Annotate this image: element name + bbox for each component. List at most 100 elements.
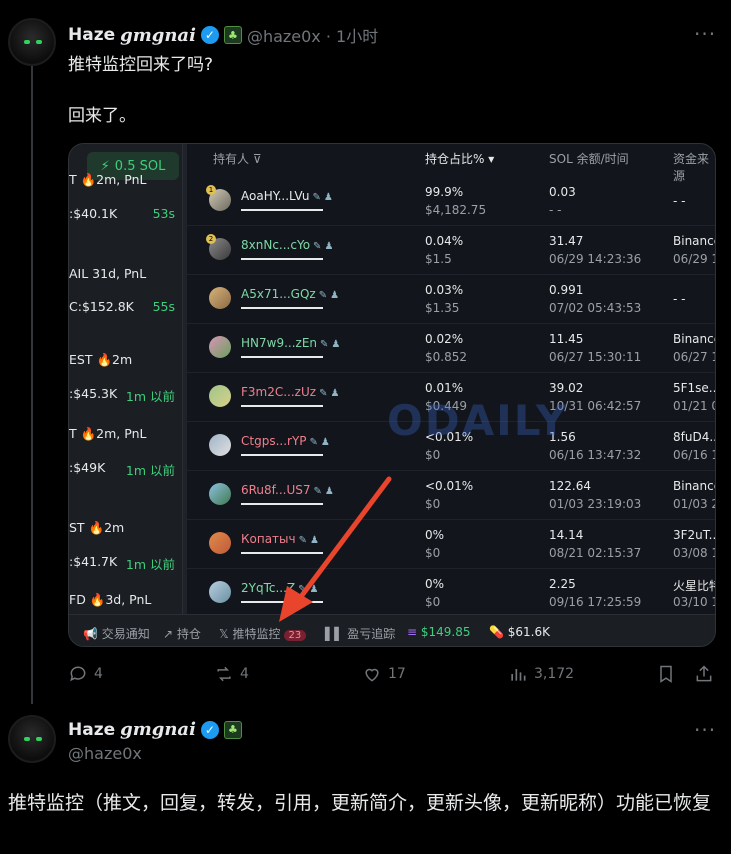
- holder-avatar: [209, 385, 231, 407]
- token-feed-item[interactable]: AIL 31d, PnL C:$152.8K 55s: [69, 266, 183, 314]
- edit-icon: ✎: [320, 339, 329, 350]
- source-value[interactable]: 8fuD4..: [673, 430, 715, 444]
- source-value[interactable]: Binance: [673, 234, 715, 248]
- chart-icon: ↗: [163, 627, 174, 641]
- display-name[interactable]: Haze: [68, 25, 115, 45]
- table-row[interactable]: 1 AoaHY...LVu ✎ ♟ 99.9% $4,182.75 0.03 - - - -: [187, 177, 715, 226]
- sol-time: - -: [549, 203, 562, 217]
- pct-value: 0%: [425, 528, 445, 542]
- holder-avatar: [209, 581, 231, 603]
- token-feed-item[interactable]: ST 🔥2m:$41.7K 1m 以前: [69, 520, 183, 573]
- table-row[interactable]: A5x71...GQz ✎ ♟ 0.03% $1.35 0.991 07/02 05:43:…: [187, 275, 715, 324]
- twitter-monitor-tab[interactable]: 𝕏 推特监控 23: [219, 625, 307, 642]
- avatar-2[interactable]: [8, 715, 56, 763]
- megaphone-icon: 📢: [83, 627, 98, 641]
- holder-avatar: [209, 336, 231, 358]
- table-row[interactable]: 2 8xnNc...cYo ✎ ♟ 0.04% $1.5 31.47 06/29 14:23:…: [187, 226, 715, 275]
- heart-icon: [365, 668, 379, 682]
- handle[interactable]: @haze0x: [68, 744, 142, 763]
- more-options-icon[interactable]: ···: [694, 718, 716, 742]
- holder-address[interactable]: HN7w9...zEn ✎ ♟: [241, 336, 340, 350]
- tweet2-header: Haze gmgnai ✓ ♣: [68, 719, 242, 740]
- retweet-button[interactable]: 4: [214, 664, 249, 684]
- token-feed-title: AIL 31d, PnL: [69, 266, 147, 281]
- pill-icon: 💊: [489, 625, 504, 639]
- usd-value: $1.5: [425, 252, 452, 266]
- sol-balance-value: 2.25: [549, 577, 576, 591]
- header-sol[interactable]: SOL 余额/时间: [549, 150, 629, 167]
- edit-icon: ✎: [312, 192, 321, 203]
- source-value[interactable]: - -: [673, 194, 685, 208]
- user-icon: ♟: [330, 388, 340, 399]
- user-icon: ♟: [320, 437, 330, 448]
- table-row[interactable]: Копатыч ✎ ♟ 0% $0 14.14 08/21 02:15:37 3F2uT.. 0…: [187, 520, 715, 569]
- display-name-script[interactable]: gmgnai: [120, 719, 196, 740]
- like-button[interactable]: 17: [362, 664, 406, 684]
- usd-value: $0: [425, 595, 441, 609]
- avatar[interactable]: [8, 18, 56, 66]
- sol-time: 06/27 15:30:11: [549, 350, 642, 364]
- display-name[interactable]: Haze: [68, 720, 115, 740]
- source-value[interactable]: 5F1se..: [673, 381, 715, 395]
- tweet2-text: 推特监控（推文，回复，转发，引用，更新简介，更新头像，更新昵称）功能已恢复: [8, 792, 712, 814]
- token-feed-time: 1m 以前: [125, 389, 175, 404]
- token-feed-title: ST 🔥2m: [69, 520, 125, 535]
- user-icon: ♟: [330, 290, 340, 301]
- holder-avatar: [209, 532, 231, 554]
- token-feed-mc: :$40.1K: [69, 206, 118, 221]
- user-icon: ♟: [323, 192, 333, 203]
- source-value[interactable]: 火星比特: [673, 577, 715, 594]
- pill-value[interactable]: 💊 $61.6K: [489, 625, 550, 639]
- bookmark-button[interactable]: [656, 664, 676, 684]
- reply-button[interactable]: 4: [68, 664, 103, 684]
- handle-time[interactable]: @haze0x · 1小时: [247, 23, 378, 47]
- pct-value: 0.01%: [425, 381, 464, 395]
- edit-icon: ✎: [318, 290, 328, 301]
- token-feed-item[interactable]: T 🔥2m, PnL:$40.1K 53s: [69, 172, 183, 221]
- sol-balance-value: 0.991: [549, 283, 584, 297]
- edit-icon: ✎: [313, 241, 322, 252]
- token-feed-item[interactable]: EST 🔥2m:$45.3K 1m 以前: [69, 352, 183, 405]
- holdings-tab[interactable]: ↗ 持仓: [163, 625, 201, 642]
- display-name-script[interactable]: gmgnai: [120, 25, 196, 46]
- token-feed-mc: :$45.3K: [69, 386, 118, 401]
- usd-value: $0: [425, 448, 441, 462]
- more-options-icon[interactable]: ···: [694, 22, 716, 46]
- twitter-count-badge: 23: [283, 630, 307, 641]
- table-row[interactable]: 2YqTc...Z✎♟0%$02.2509/16 17:25:59火星比特03/…: [187, 569, 715, 618]
- holder-avatar: [209, 434, 231, 456]
- token-feed-title: FD 🔥3d, PnL: [69, 592, 152, 607]
- pct-value: 0.04%: [425, 234, 464, 248]
- holder-address[interactable]: Ctgps...rYP ✎ ♟: [241, 434, 330, 448]
- sol-balance-value: 0.03: [549, 185, 576, 199]
- views-button[interactable]: 3,172: [508, 664, 574, 684]
- rank-badge-icon: 2: [206, 234, 216, 244]
- source-value[interactable]: Binance: [673, 332, 715, 346]
- pct-value: 99.9%: [425, 185, 464, 199]
- token-feed-mc: C:$152.8K: [69, 299, 134, 314]
- table-row[interactable]: 6Ru8f...US7 ✎ ♟ <0.01% $0 122.64 01/03 23:19:0…: [187, 471, 715, 520]
- usd-value: $0.852: [425, 350, 467, 364]
- usd-value: $0: [425, 546, 441, 560]
- affiliate-badge-icon[interactable]: ♣: [223, 720, 242, 739]
- tweet-media-image[interactable]: ⚡ 0.5 SOL T 🔥2m, PnL:$40.1K 53s AIL 31d, P…: [68, 143, 716, 647]
- affiliate-badge-icon[interactable]: ♣: [223, 26, 242, 44]
- header-pct[interactable]: 持仓占比% ▾: [425, 150, 494, 167]
- pnl-tab[interactable]: ▌▌ 盈亏追踪: [325, 625, 395, 642]
- holder-address[interactable]: AoaHY...LVu ✎ ♟: [241, 189, 333, 203]
- holder-address[interactable]: F3m2C...zUz ✎ ♟: [241, 385, 339, 399]
- header-holder[interactable]: 持有人 ⊽: [213, 150, 262, 167]
- source-value[interactable]: - -: [673, 292, 685, 306]
- red-arrow-annotation: [279, 476, 392, 622]
- sol-balance-value: 11.45: [549, 332, 584, 346]
- holder-address[interactable]: 8xnNc...cYo ✎ ♟: [241, 238, 333, 252]
- token-feed-item[interactable]: T 🔥2m, PnL:$49K 1m 以前: [69, 426, 183, 479]
- notify-tab[interactable]: 📢 交易通知: [83, 625, 150, 642]
- source-value[interactable]: 3F2uT..: [673, 528, 715, 542]
- source-value[interactable]: Binance: [673, 479, 715, 493]
- sol-balance[interactable]: ≡ $149.85: [407, 625, 471, 639]
- share-button[interactable]: [694, 664, 714, 684]
- holder-address[interactable]: A5x71...GQz ✎ ♟: [241, 287, 339, 301]
- table-row[interactable]: HN7w9...zEn ✎ ♟ 0.02% $0.852 11.45 06/27 15:30…: [187, 324, 715, 373]
- sol-balance-value: 31.47: [549, 234, 584, 248]
